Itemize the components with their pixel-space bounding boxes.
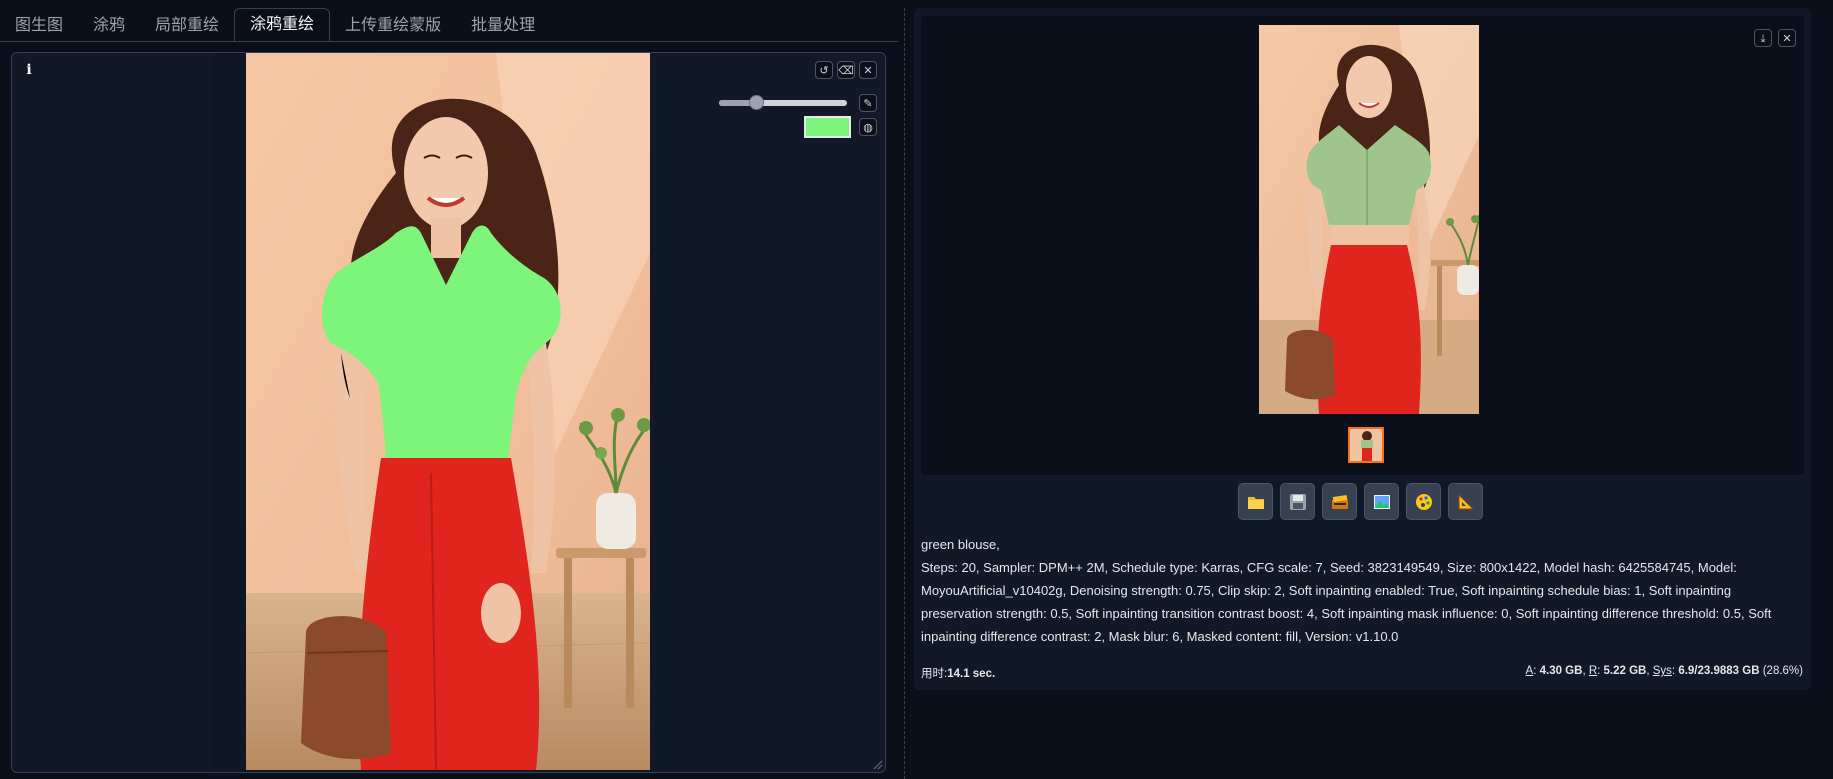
send-to-extras-icon[interactable] <box>1448 483 1483 520</box>
brush-icon[interactable]: ✎ <box>859 94 877 112</box>
send-to-inpaint-icon[interactable] <box>1406 483 1441 520</box>
gallery-toolbar: ⤓ ✕ <box>1754 29 1796 47</box>
tab-bar: 图生图 涂鸦 局部重绘 涂鸦重绘 上传重绘蒙版 批量处理 <box>0 8 550 42</box>
tab-inpaint-sketch[interactable]: 涂鸦重绘 <box>234 8 331 42</box>
source-image-with-mask <box>246 53 650 770</box>
sketch-canvas[interactable] <box>246 53 650 770</box>
brush-color-row: ◍ <box>804 116 877 138</box>
thumbnail-image <box>1350 429 1382 461</box>
save-icon[interactable] <box>1280 483 1315 520</box>
generated-image <box>1259 25 1479 414</box>
tab-inpaint-upload[interactable]: 上传重绘蒙版 <box>330 10 456 42</box>
gallery-thumbnail[interactable] <box>1348 427 1384 463</box>
palette-icon[interactable]: ◍ <box>859 118 877 136</box>
output-action-bar <box>1238 483 1483 520</box>
generation-prompt: green blouse, <box>921 537 1000 552</box>
info-icon[interactable]: i <box>22 61 36 79</box>
generation-params: Steps: 20, Sampler: DPM++ 2M, Schedule t… <box>921 560 1772 644</box>
sketch-editor: i ↺ ⌫ ✕ ✎ ◍ <box>11 52 886 773</box>
folder-icon[interactable] <box>1238 483 1273 520</box>
tab-underline <box>0 41 898 42</box>
send-to-img2img-icon[interactable] <box>1364 483 1399 520</box>
undo-icon[interactable]: ↺ <box>815 61 833 79</box>
time-taken: 用时:14.1 sec. <box>921 665 995 681</box>
eraser-clear-icon[interactable]: ⌫ <box>837 61 855 79</box>
tab-inpaint[interactable]: 局部重绘 <box>140 10 234 42</box>
close-icon[interactable]: ✕ <box>1778 29 1796 47</box>
brush-size-thumb[interactable] <box>749 95 765 110</box>
editor-toolbar: ↺ ⌫ ✕ <box>815 61 877 79</box>
close-icon[interactable]: ✕ <box>859 61 877 79</box>
brush-color-swatch[interactable] <box>804 116 851 138</box>
zip-icon[interactable] <box>1322 483 1357 520</box>
mem-r-label: R <box>1588 665 1598 677</box>
mem-r-value: 5.22 GB <box>1603 665 1647 677</box>
time-value: 14.1 sec. <box>947 668 996 680</box>
tab-sketch[interactable]: 涂鸦 <box>78 10 140 42</box>
generation-info: green blouse, Steps: 20, Sampler: DPM++ … <box>921 533 1798 648</box>
brush-size-row: ✎ <box>719 94 877 112</box>
mem-sys-label: Sys <box>1652 665 1672 677</box>
column-divider[interactable] <box>904 8 905 779</box>
tab-batch[interactable]: 批量处理 <box>456 10 550 42</box>
output-image[interactable] <box>1259 25 1479 414</box>
download-icon[interactable]: ⤓ <box>1754 29 1772 47</box>
mem-sys-percent: (28.6%) <box>1762 665 1803 677</box>
mem-a-value: 4.30 GB <box>1539 665 1583 677</box>
mem-a-label: A <box>1525 665 1534 677</box>
mem-sys-value: 6.9/23.9883 GB <box>1678 665 1760 677</box>
output-gallery: ⤓ ✕ <box>921 16 1804 475</box>
brush-size-slider[interactable] <box>719 95 847 110</box>
resize-handle-icon[interactable] <box>873 760 883 770</box>
time-label: 用时: <box>921 668 948 680</box>
memory-usage: A: 4.30 GB, R: 5.22 GB, Sys: 6.9/23.9883… <box>1525 665 1803 677</box>
output-panel: ⤓ ✕ green blouse, Steps: 20, Sampler: DP… <box>914 8 1811 690</box>
tab-img2img[interactable]: 图生图 <box>0 10 78 42</box>
